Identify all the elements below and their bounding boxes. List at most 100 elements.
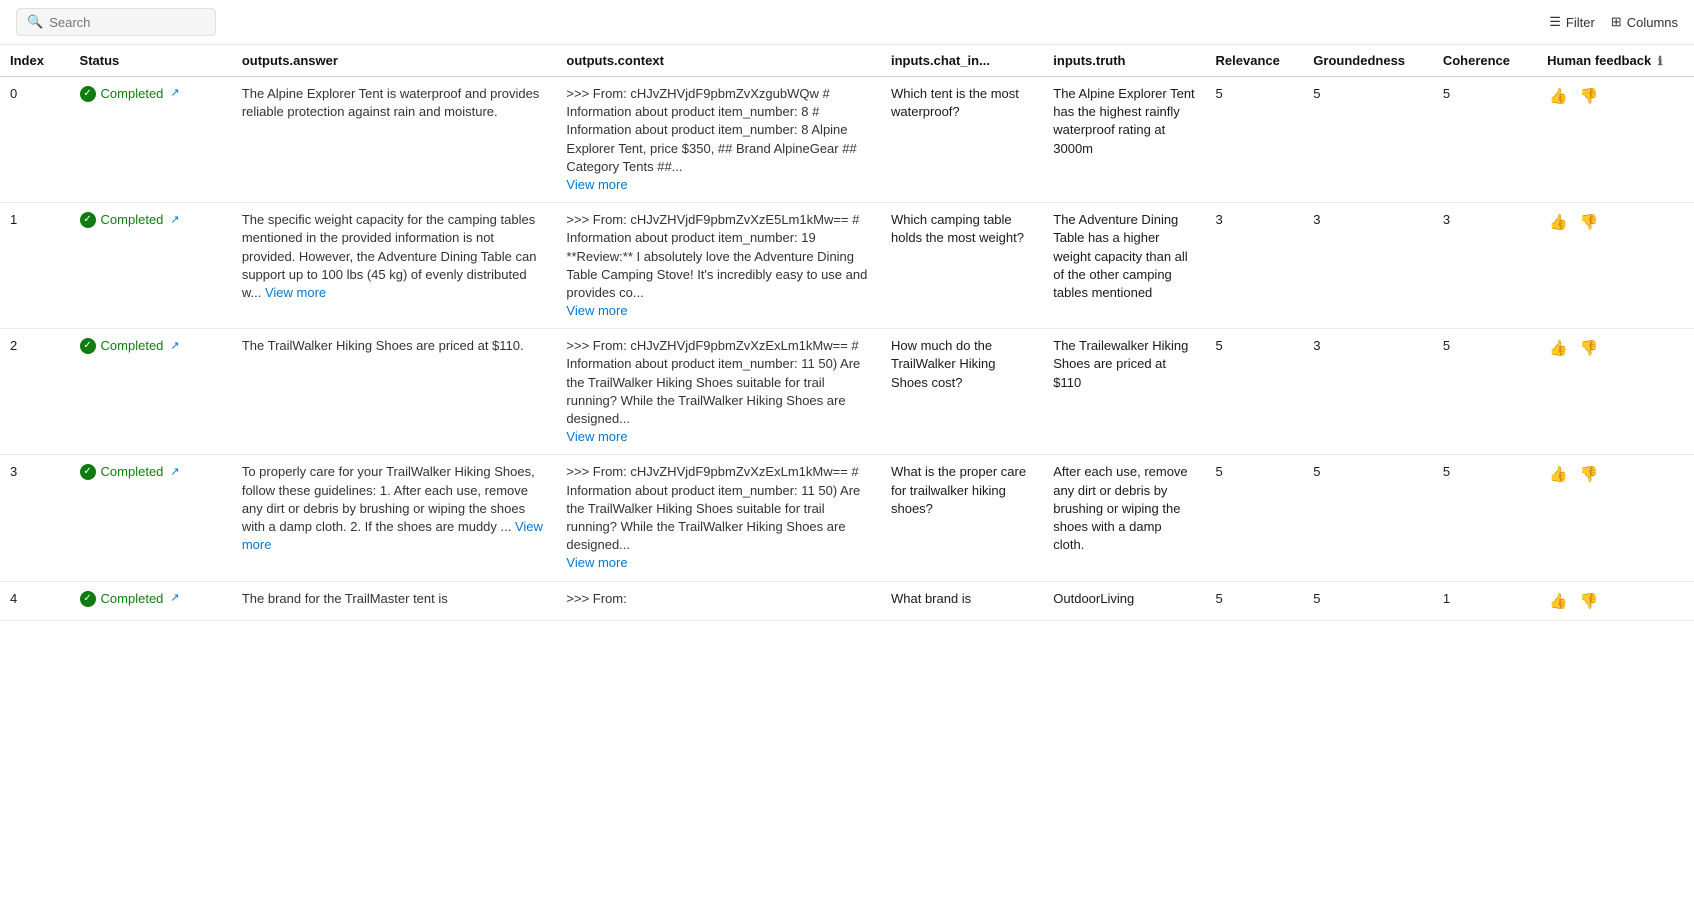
cell-index: 1 [0, 203, 70, 329]
cell-groundedness: 5 [1303, 581, 1433, 620]
columns-icon: ⊞ [1611, 14, 1622, 30]
columns-button[interactable]: ⊞ Columns [1611, 14, 1678, 30]
cell-chat-in: Which tent is the most waterproof? [881, 77, 1043, 203]
table-row: 2 ✓ Completed ↗ The TrailWalker Hiking S… [0, 329, 1694, 455]
search-box[interactable]: 🔍 [16, 8, 216, 36]
cell-coherence: 5 [1433, 329, 1537, 455]
thumbs-down-button[interactable]: 👎 [1578, 85, 1601, 107]
columns-label: Columns [1627, 15, 1678, 30]
cell-truth: The Adventure Dining Table has a higher … [1043, 203, 1205, 329]
thumbs-down-button[interactable]: 👎 [1578, 211, 1601, 233]
cell-chat-in: How much do the TrailWalker Hiking Shoes… [881, 329, 1043, 455]
cell-truth: OutdoorLiving [1043, 581, 1205, 620]
context-text: >>> From: cHJvZHVjdF9pbmZvXzgubWQw # Inf… [566, 86, 856, 174]
cell-feedback: 👍 👎 [1537, 455, 1694, 581]
check-icon: ✓ [80, 591, 96, 607]
cell-status: ✓ Completed ↗ [70, 203, 232, 329]
cell-status: ✓ Completed ↗ [70, 77, 232, 203]
cell-coherence: 1 [1433, 581, 1537, 620]
col-header-chat: inputs.chat_in... [881, 45, 1043, 77]
cell-chat-in: What is the proper care for trailwalker … [881, 455, 1043, 581]
cell-context: >>> From: [556, 581, 881, 620]
cell-status: ✓ Completed ↗ [70, 329, 232, 455]
col-header-coherence: Coherence [1433, 45, 1537, 77]
table-row: 1 ✓ Completed ↗ The specific weight capa… [0, 203, 1694, 329]
cell-answer: The TrailWalker Hiking Shoes are priced … [232, 329, 557, 455]
answer-text: The specific weight capacity for the cam… [242, 212, 537, 300]
cell-relevance: 5 [1206, 329, 1304, 455]
col-header-index: Index [0, 45, 70, 77]
cell-groundedness: 5 [1303, 77, 1433, 203]
external-link-icon[interactable]: ↗ [170, 213, 179, 228]
cell-relevance: 5 [1206, 77, 1304, 203]
status-label: Completed [101, 337, 164, 355]
status-label: Completed [101, 211, 164, 229]
search-input[interactable] [49, 15, 199, 30]
answer-text: The brand for the TrailMaster tent is [242, 591, 448, 606]
cell-truth: The Alpine Explorer Tent has the highest… [1043, 77, 1205, 203]
thumbs-up-button[interactable]: 👍 [1547, 211, 1570, 233]
context-text: >>> From: [566, 591, 626, 606]
table-row: 3 ✓ Completed ↗ To properly care for you… [0, 455, 1694, 581]
col-header-answer: outputs.answer [232, 45, 557, 77]
data-table-container: Index Status outputs.answer outputs.cont… [0, 45, 1694, 621]
cell-index: 4 [0, 581, 70, 620]
thumbs-up-button[interactable]: 👍 [1547, 463, 1570, 485]
table-header-row: Index Status outputs.answer outputs.cont… [0, 45, 1694, 77]
answer-view-more[interactable]: View more [265, 285, 326, 300]
cell-chat-in: Which camping table holds the most weigh… [881, 203, 1043, 329]
check-icon: ✓ [80, 86, 96, 102]
table-body: 0 ✓ Completed ↗ The Alpine Explorer Tent… [0, 77, 1694, 621]
answer-text: The Alpine Explorer Tent is waterproof a… [242, 86, 539, 119]
filter-label: Filter [1566, 15, 1595, 30]
col-header-relevance: Relevance [1206, 45, 1304, 77]
table-row: 0 ✓ Completed ↗ The Alpine Explorer Tent… [0, 77, 1694, 203]
status-label: Completed [101, 463, 164, 481]
col-header-truth: inputs.truth [1043, 45, 1205, 77]
context-text: >>> From: cHJvZHVjdF9pbmZvXzExLm1kMw== #… [566, 464, 860, 552]
feedback-info-icon: ℹ [1658, 54, 1663, 68]
cell-context: >>> From: cHJvZHVjdF9pbmZvXzE5Lm1kMw== #… [556, 203, 881, 329]
thumbs-down-button[interactable]: 👎 [1578, 590, 1601, 612]
cell-status: ✓ Completed ↗ [70, 455, 232, 581]
cell-relevance: 3 [1206, 203, 1304, 329]
context-text: >>> From: cHJvZHVjdF9pbmZvXzExLm1kMw== #… [566, 338, 860, 426]
cell-index: 2 [0, 329, 70, 455]
cell-context: >>> From: cHJvZHVjdF9pbmZvXzExLm1kMw== #… [556, 329, 881, 455]
status-label: Completed [101, 590, 164, 608]
cell-relevance: 5 [1206, 455, 1304, 581]
answer-text: To properly care for your TrailWalker Hi… [242, 464, 543, 552]
cell-groundedness: 3 [1303, 329, 1433, 455]
data-table: Index Status outputs.answer outputs.cont… [0, 45, 1694, 621]
check-icon: ✓ [80, 338, 96, 354]
context-view-more[interactable]: View more [566, 555, 627, 570]
external-link-icon[interactable]: ↗ [170, 339, 179, 354]
cell-answer: The brand for the TrailMaster tent is [232, 581, 557, 620]
filter-button[interactable]: ☰ Filter [1549, 14, 1595, 30]
cell-chat-in: What brand is [881, 581, 1043, 620]
cell-answer: The specific weight capacity for the cam… [232, 203, 557, 329]
context-view-more[interactable]: View more [566, 303, 627, 318]
col-header-groundedness: Groundedness [1303, 45, 1433, 77]
external-link-icon[interactable]: ↗ [170, 86, 179, 101]
context-view-more[interactable]: View more [566, 429, 627, 444]
thumbs-up-button[interactable]: 👍 [1547, 590, 1570, 612]
cell-truth: The Trailewalker Hiking Shoes are priced… [1043, 329, 1205, 455]
cell-groundedness: 5 [1303, 455, 1433, 581]
external-link-icon[interactable]: ↗ [170, 465, 179, 480]
thumbs-down-button[interactable]: 👎 [1578, 337, 1601, 359]
cell-truth: After each use, remove any dirt or debri… [1043, 455, 1205, 581]
answer-view-more[interactable]: View more [242, 519, 543, 552]
table-row: 4 ✓ Completed ↗ The brand for the TrailM… [0, 581, 1694, 620]
cell-feedback: 👍 👎 [1537, 329, 1694, 455]
cell-groundedness: 3 [1303, 203, 1433, 329]
context-view-more[interactable]: View more [566, 177, 627, 192]
cell-feedback: 👍 👎 [1537, 77, 1694, 203]
thumbs-down-button[interactable]: 👎 [1578, 463, 1601, 485]
external-link-icon[interactable]: ↗ [170, 591, 179, 606]
top-bar: 🔍 ☰ Filter ⊞ Columns [0, 0, 1694, 45]
cell-feedback: 👍 👎 [1537, 581, 1694, 620]
thumbs-up-button[interactable]: 👍 [1547, 85, 1570, 107]
thumbs-up-button[interactable]: 👍 [1547, 337, 1570, 359]
cell-coherence: 5 [1433, 77, 1537, 203]
